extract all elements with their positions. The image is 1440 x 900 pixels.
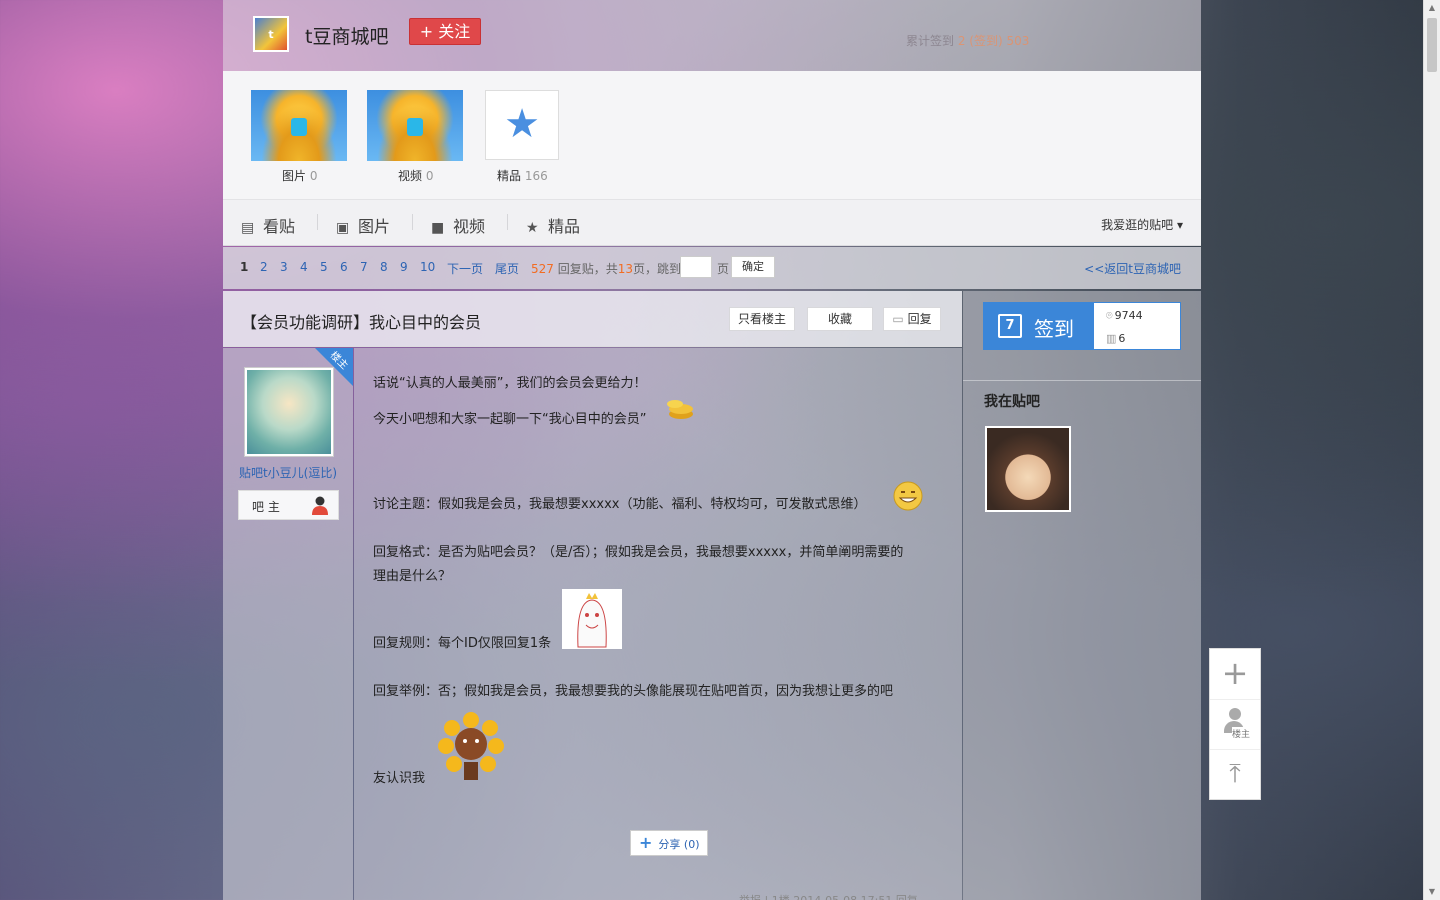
next-page-link[interactable]: 下一页 xyxy=(447,260,483,277)
page-link[interactable]: 5 xyxy=(320,260,328,274)
stats-prefix: 累计签到 xyxy=(906,34,955,48)
videos-label[interactable]: 视频 0 xyxy=(398,167,433,184)
page-link[interactable]: 3 xyxy=(280,260,288,274)
tab-featured[interactable]: ★ 精品 xyxy=(526,213,580,237)
post-line: 理由是什么？ xyxy=(373,569,452,584)
scroll-up-icon[interactable]: ▲ xyxy=(1424,0,1440,16)
author-role-badge[interactable]: 吧 主 xyxy=(238,490,339,520)
video-icon: ■ xyxy=(431,220,445,236)
post-title-bar: 【会员功能调研】我心目中的会员 只看楼主 收藏 ▭ 回复 xyxy=(223,291,962,347)
post-line: 讨论主题：假如我是会员，我最想要xxxxx（功能、福利、特权均可，可发散式思维） xyxy=(373,497,867,512)
page-link[interactable]: 4 xyxy=(300,260,308,274)
page-link[interactable]: 7 xyxy=(360,260,368,274)
favorite-forums-dropdown[interactable]: 我爱逛的贴吧 ▾ xyxy=(1101,216,1183,233)
plus-icon: + xyxy=(639,833,653,852)
floating-toolbar: + 楼主 ⤒ xyxy=(1209,648,1261,800)
forum-name[interactable]: t豆商城吧 xyxy=(305,22,388,49)
signin-button[interactable]: 7 签到 xyxy=(984,303,1094,349)
jump-page-input[interactable] xyxy=(680,256,712,278)
post-title: 【会员功能调研】我心目中的会员 xyxy=(241,313,482,332)
page-link[interactable]: 10 xyxy=(420,260,435,274)
pin-icon: ⌾ xyxy=(1106,309,1113,322)
back-to-forum-link[interactable]: <<返回t豆商城吧 xyxy=(1084,260,1181,277)
page-link[interactable]: 8 xyxy=(380,260,388,274)
author-name[interactable]: 贴吧t小豆儿(逗比) xyxy=(223,464,353,481)
pictures-label[interactable]: 图片 0 xyxy=(282,167,317,184)
signin-rank: ⌾ 9744 xyxy=(1106,309,1143,322)
my-forum-title: 我在贴吧 xyxy=(984,394,1040,410)
user-icon xyxy=(1229,708,1241,720)
comment-icon: ▭ xyxy=(892,312,904,326)
star-icon: ★ xyxy=(526,220,539,236)
post-tail: 举报 | 1楼 2014-05-08 17:51 回复 xyxy=(739,892,918,900)
sidebar: 7 签到 ⌾ 9744 ▥ 6 我在贴吧 xyxy=(963,291,1201,900)
coins-emoji-icon xyxy=(665,396,695,420)
post-body: 话说“认真的人最美丽”，我们的会员会更给力！ 今天小吧想和大家一起聊一下“我心目… xyxy=(354,348,962,900)
back-to-top-icon[interactable]: ⤒ xyxy=(1210,749,1260,799)
page-link[interactable]: 2 xyxy=(260,260,268,274)
reply-button[interactable]: ▭ 回复 xyxy=(883,307,941,331)
signin-widget: 7 签到 ⌾ 9744 ▥ 6 xyxy=(983,302,1181,350)
page-link[interactable]: 6 xyxy=(340,260,348,274)
user-icon xyxy=(312,496,328,515)
author-column: 楼主 贴吧t小豆儿(逗比) 吧 主 xyxy=(223,348,353,900)
bars-icon: ▥ xyxy=(1106,332,1117,345)
grin-emoji-icon xyxy=(892,480,924,512)
pictures-thumbnail[interactable] xyxy=(251,90,347,161)
add-icon[interactable]: + xyxy=(1210,649,1260,699)
follow-button[interactable]: + 关注 xyxy=(409,18,481,45)
last-page-link[interactable]: 尾页 xyxy=(495,260,519,277)
sunflower-emoji-icon xyxy=(438,712,504,784)
videos-thumbnail[interactable] xyxy=(367,90,463,161)
my-avatar[interactable] xyxy=(985,426,1071,512)
media-strip: 图片 0 视频 0 ★ 精品 166 xyxy=(223,71,1201,200)
signin-level: ▥ 6 xyxy=(1106,332,1126,345)
stats-value: 2 (签到) 503 xyxy=(954,34,1030,48)
document-icon: ▤ xyxy=(241,220,255,236)
forum-nav: ▤ 看贴 ▣ 图片 ■ 视频 ★ 精品 我爱逛的贴吧 ▾ xyxy=(223,200,1201,246)
op-tool-label: 楼主 xyxy=(1232,727,1251,740)
calendar-icon: 7 xyxy=(998,314,1022,338)
author-role: 吧 主 xyxy=(252,500,280,514)
king-ghost-emoji-icon xyxy=(562,589,622,649)
page-current: 1 xyxy=(240,260,249,274)
op-avatar-button[interactable]: 楼主 xyxy=(1210,699,1260,749)
tab-posts[interactable]: ▤ 看贴 xyxy=(241,213,295,237)
tab-videos[interactable]: ■ 视频 xyxy=(431,213,485,237)
featured-thumbnail[interactable]: ★ xyxy=(485,90,559,160)
share-button[interactable]: + 分享 (0) xyxy=(630,830,708,856)
post-line: 回复规则：每个ID仅限回复1条 xyxy=(373,636,552,651)
pager-info: 527 回复贴，共13页，跳到 xyxy=(531,262,682,276)
scroll-thumb[interactable] xyxy=(1427,18,1437,72)
forum-page: t t豆商城吧 + 关注 累计签到 2 (签到) 503 图片 0 视频 0 ★… xyxy=(223,0,1201,900)
pagination: 1 2 3 4 5 6 7 8 9 10 下一页 尾页 527 回复贴，共13页… xyxy=(223,247,1201,289)
tab-pictures[interactable]: ▣ 图片 xyxy=(336,213,390,237)
forum-header: t t豆商城吧 + 关注 累计签到 2 (签到) 503 xyxy=(223,0,1201,71)
page-scrollbar[interactable]: ▲ ▼ xyxy=(1423,0,1440,900)
header-stats: 累计签到 2 (签到) 503 xyxy=(906,32,1029,49)
jump-confirm-button[interactable]: 确定 xyxy=(731,256,775,278)
page-unit: 页 xyxy=(717,262,730,276)
post-line: 友认识我 xyxy=(373,771,426,786)
only-op-button[interactable]: 只看楼主 xyxy=(729,307,795,331)
page-link[interactable]: 9 xyxy=(400,260,408,274)
author-avatar[interactable] xyxy=(245,368,333,456)
scroll-down-icon[interactable]: ▼ xyxy=(1424,884,1440,900)
post-line: 回复格式：是否为贴吧会员？（是/否）；假如我是会员，我最想要xxxxx，并简单阐… xyxy=(373,545,904,560)
post-line: 回复举例：否；假如我是会员，我最想要我的头像能展现在贴吧首页，因为我想让更多的吧 xyxy=(373,684,894,699)
post-line: 话说“认真的人最美丽”，我们的会员会更给力！ xyxy=(373,376,647,391)
collect-button[interactable]: 收藏 xyxy=(807,307,873,331)
featured-label[interactable]: 精品 166 xyxy=(497,167,548,184)
chevron-down-icon: ▾ xyxy=(1176,218,1183,232)
image-icon: ▣ xyxy=(336,220,350,236)
star-icon: ★ xyxy=(504,101,540,147)
forum-logo[interactable]: t xyxy=(253,16,289,52)
post-line: 今天小吧想和大家一起聊一下“我心目中的会员” xyxy=(373,412,647,427)
